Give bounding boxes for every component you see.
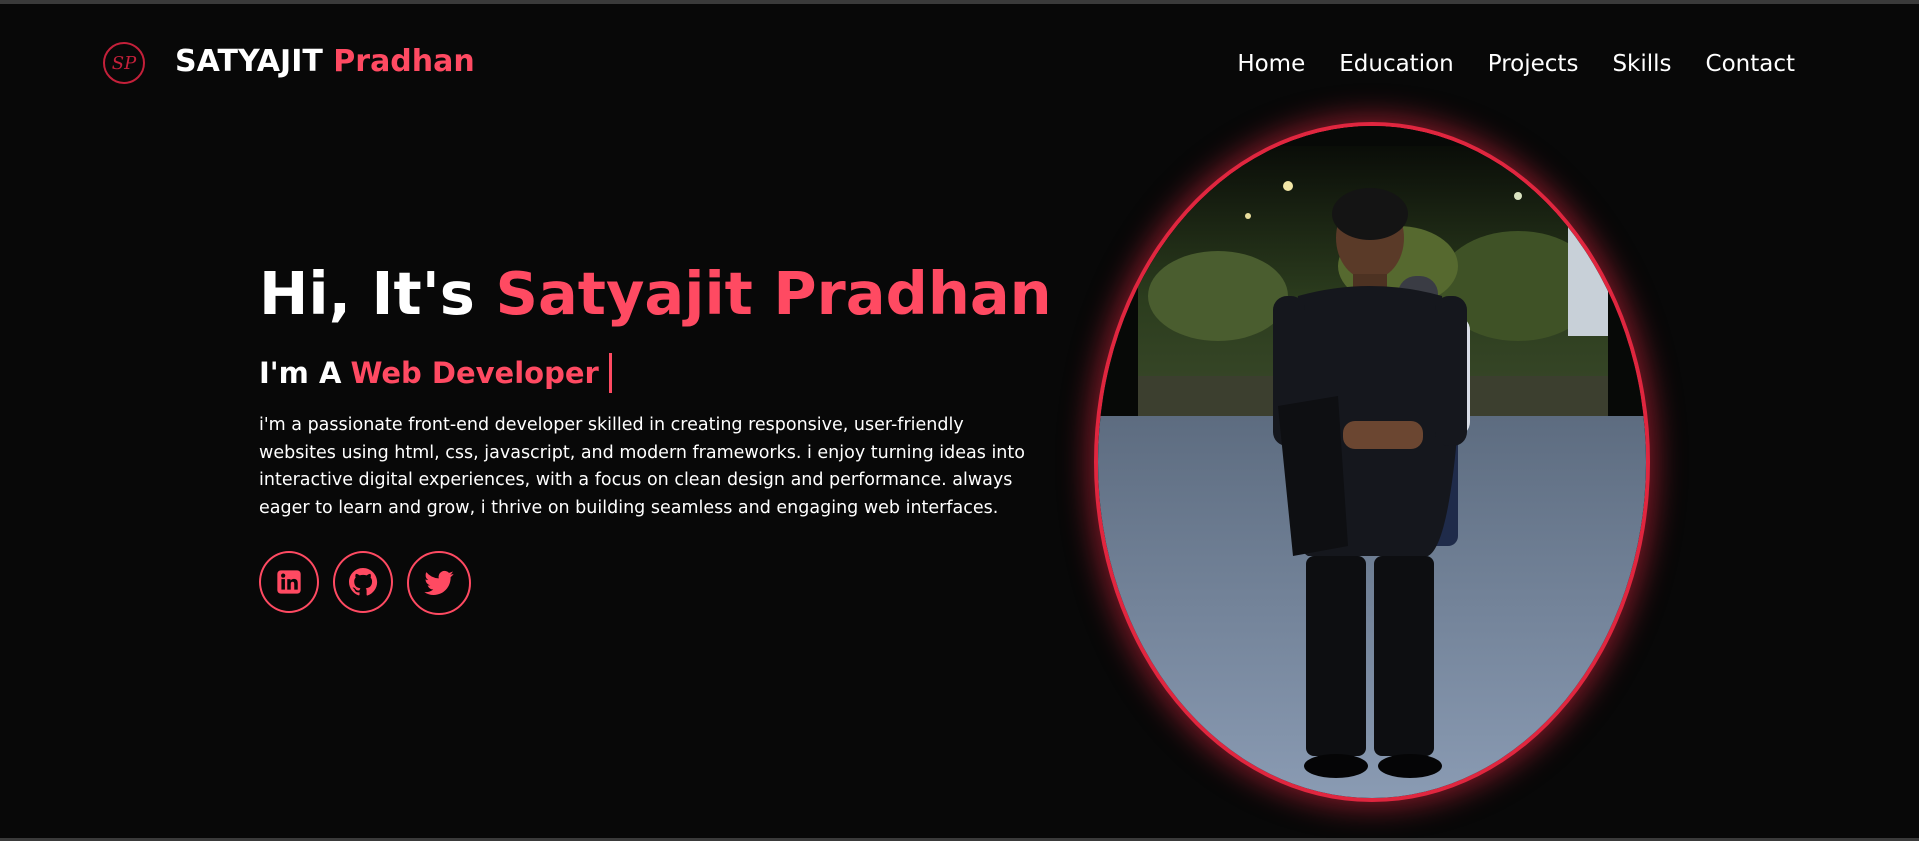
twitter-icon	[424, 570, 454, 595]
brand-last-name: Pradhan	[333, 44, 475, 79]
hero-role-line: I'm A Web Developer	[259, 353, 1039, 393]
nav-education[interactable]: Education	[1339, 51, 1454, 77]
twitter-button[interactable]	[407, 551, 471, 615]
hero-greeting: Hi, It's	[259, 259, 475, 328]
site-header: SP SATYAJIT Pradhan Home Education Proje…	[0, 4, 1919, 122]
nav-contact[interactable]: Contact	[1706, 51, 1795, 77]
profile-photo	[1098, 126, 1646, 798]
hero-role: Web Developer	[350, 356, 599, 390]
hero-section: Hi, It's Satyajit Pradhan I'm A Web Deve…	[259, 258, 1052, 615]
hero-description: i'm a passionate front-end developer ski…	[259, 415, 1025, 518]
logo-icon[interactable]: SP	[103, 42, 145, 84]
linkedin-button[interactable]	[259, 551, 319, 613]
brand-first-name: SATYAJIT	[175, 44, 323, 79]
typing-caret	[608, 353, 612, 393]
hero-role-prefix: I'm A	[259, 356, 342, 390]
github-button[interactable]	[333, 551, 393, 613]
profile-photo-illustration	[1098, 126, 1646, 798]
github-icon	[349, 568, 378, 596]
hero-name: Satyajit Pradhan	[495, 259, 1052, 328]
hero-title: Hi, It's Satyajit Pradhan	[259, 258, 1052, 330]
main-nav: Home Education Projects Skills Contact	[1237, 51, 1795, 77]
brand-name[interactable]: SATYAJIT Pradhan	[175, 44, 475, 79]
nav-home[interactable]: Home	[1237, 51, 1305, 77]
linkedin-icon	[277, 570, 301, 594]
social-links	[259, 551, 1039, 615]
nav-projects[interactable]: Projects	[1488, 51, 1579, 77]
logo-monogram: SP	[111, 52, 137, 74]
nav-skills[interactable]: Skills	[1612, 51, 1671, 77]
